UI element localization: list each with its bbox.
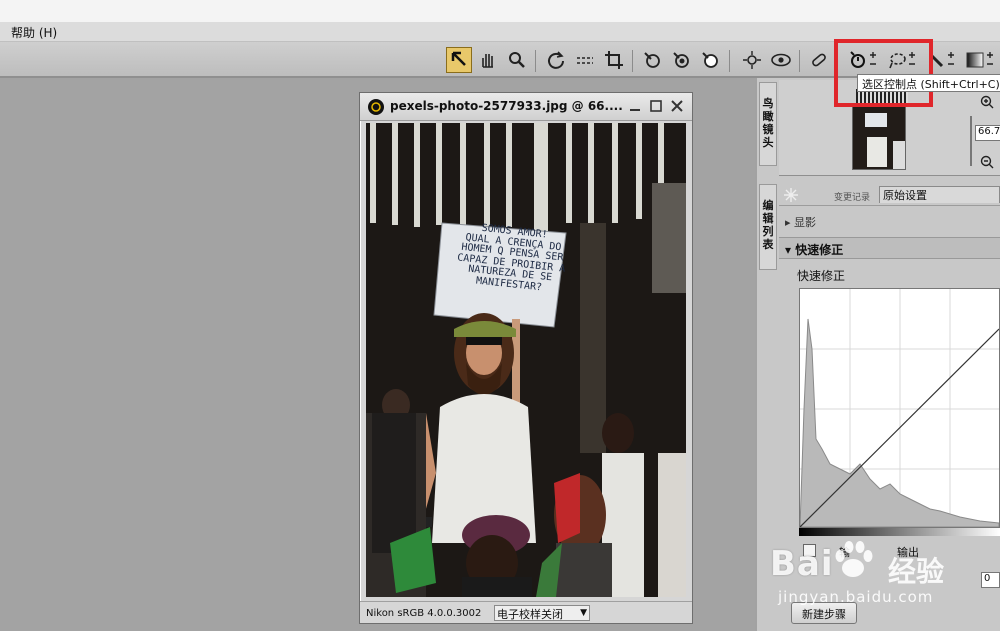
crop-tool-button[interactable]	[601, 47, 627, 73]
baidu-watermark: Bai 经验 jingyan.baidu.com	[770, 538, 1000, 618]
zoom-in-icon[interactable]	[979, 94, 995, 110]
edit-list-tab[interactable]: 编 辑 列 表	[759, 184, 777, 270]
thumbnail-illustration	[853, 107, 905, 169]
color-control-point-button[interactable]	[639, 47, 665, 73]
quickfix-label: 快速修正	[797, 269, 846, 283]
zoom-slider[interactable]	[970, 116, 972, 166]
menu-help[interactable]: 帮助 (H)	[11, 24, 57, 41]
watermark-brand: Bai	[770, 544, 834, 584]
nx-logo-icon	[368, 99, 384, 115]
magnifier-icon	[509, 52, 525, 68]
selection-brush-plusminus[interactable]	[944, 47, 958, 73]
red-highlight-annotation	[834, 39, 933, 107]
toolbar-separator	[535, 50, 536, 72]
hand-icon	[482, 54, 493, 68]
rotate-tool-button[interactable]	[543, 47, 569, 73]
image-window: pexels-photo-2577933.jpg @ 66.... SOMOS …	[359, 92, 693, 624]
photo-illustration	[366, 123, 686, 597]
white-point-icon	[702, 52, 718, 68]
minimize-icon[interactable]	[628, 99, 642, 113]
protest-sign-text: SOMOS AMOR! QUAL A CRENÇA DO HOMEM Q PEN…	[456, 222, 566, 293]
zoom-out-icon[interactable]	[979, 154, 995, 170]
straighten-icon	[577, 57, 593, 64]
eye-icon	[771, 53, 791, 67]
toolbar-separator	[729, 50, 730, 72]
image-window-titlebar[interactable]: pexels-photo-2577933.jpg @ 66....	[360, 93, 692, 121]
zoom-tool-button[interactable]	[504, 47, 530, 73]
maximize-icon[interactable]	[649, 99, 663, 113]
paw-icon	[835, 541, 873, 577]
change-log-label[interactable]: 变更记录	[834, 190, 870, 203]
select-pointer-tool-button[interactable]	[446, 47, 472, 73]
toolbar-separator	[799, 50, 800, 72]
chevron-down-icon: ▼	[580, 608, 587, 618]
close-icon[interactable]	[670, 99, 684, 113]
control-point-icon	[644, 52, 660, 68]
black-point-icon	[673, 52, 689, 68]
red-eye-icon	[743, 51, 761, 69]
toolbar-separator	[632, 50, 633, 72]
zoom-value-input[interactable]: 66.7	[975, 125, 1000, 141]
window-titlebar	[0, 0, 1000, 22]
photo-canvas[interactable]: SOMOS AMOR! QUAL A CRENÇA DO HOMEM Q PEN…	[366, 123, 686, 597]
sparkle-icon	[784, 188, 798, 202]
watermark-url: jingyan.baidu.com	[778, 588, 934, 606]
bandage-icon	[812, 53, 826, 67]
watch-eye-button[interactable]	[768, 47, 794, 73]
develop-section[interactable]: ▸ 显影	[785, 214, 816, 230]
histogram-chart	[799, 289, 1000, 528]
straighten-tool-button[interactable]	[572, 47, 598, 73]
black-point-button[interactable]	[668, 47, 694, 73]
original-settings-tab[interactable]: 原始设置	[879, 186, 1000, 203]
birdseye-thumbnail[interactable]	[852, 106, 906, 170]
red-eye-button[interactable]	[739, 47, 765, 73]
color-profile-label: Nikon sRGB 4.0.0.3002	[366, 608, 482, 619]
quickfix-section-header[interactable]: ▾ 快速修正	[779, 237, 1000, 259]
rotate-icon	[548, 51, 564, 69]
auto-retouch-brush-button[interactable]	[806, 47, 832, 73]
edit-list-header: 变更记录 原始设置	[779, 184, 1000, 206]
selection-gradient-plusminus[interactable]	[983, 47, 997, 73]
toolbar-tooltip: 选区控制点 (Shift+Ctrl+C)	[857, 74, 1000, 92]
crop-icon	[605, 51, 623, 69]
plus-minus-icon	[948, 52, 954, 65]
hand-tool-button[interactable]	[475, 47, 501, 73]
white-point-button[interactable]	[697, 47, 723, 73]
softproof-dropdown[interactable]: 电子校样关闭 ▼	[494, 605, 590, 621]
levels-curves-graph[interactable]	[799, 288, 1000, 528]
plus-minus-icon	[987, 52, 993, 65]
arrow-pointer-icon	[451, 51, 466, 66]
image-window-statusbar: Nikon sRGB 4.0.0.3002 电子校样关闭 ▼	[360, 601, 692, 623]
watermark-suffix: 经验	[888, 555, 945, 588]
image-window-title: pexels-photo-2577933.jpg @ 66....	[390, 99, 623, 113]
birdseye-tab[interactable]: 鸟 瞰 镜 头	[759, 82, 777, 166]
levels-gradient-bar[interactable]	[799, 528, 1000, 536]
